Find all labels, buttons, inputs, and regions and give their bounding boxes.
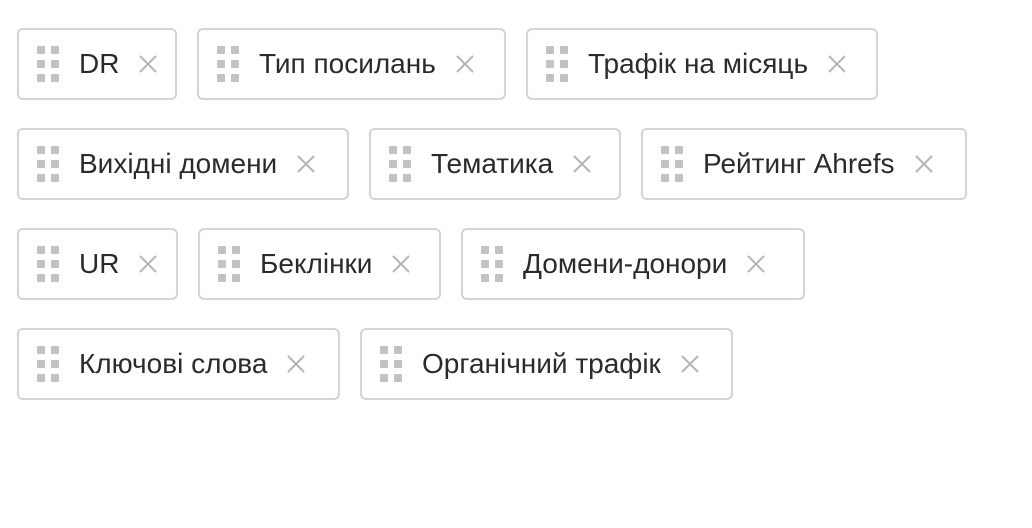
drag-handle-icon[interactable] — [37, 146, 59, 182]
drag-handle-icon[interactable] — [389, 146, 411, 182]
chip-link-type[interactable]: Тип посилань — [197, 28, 506, 100]
chip-backlinks[interactable]: Беклінки — [198, 228, 441, 300]
chip-topics[interactable]: Тематика — [369, 128, 621, 200]
close-icon[interactable] — [137, 253, 159, 275]
chip-organic-traffic[interactable]: Органічний трафік — [360, 328, 733, 400]
drag-handle-icon[interactable] — [37, 46, 59, 82]
close-icon[interactable] — [571, 153, 593, 175]
chip-monthly-traffic[interactable]: Трафік на місяць — [526, 28, 878, 100]
close-icon[interactable] — [390, 253, 412, 275]
close-icon[interactable] — [913, 153, 935, 175]
drag-handle-icon[interactable] — [546, 46, 568, 82]
chip-keywords[interactable]: Ключові слова — [17, 328, 340, 400]
close-icon[interactable] — [679, 353, 701, 375]
chip-outgoing-domains[interactable]: Вихідні домени — [17, 128, 349, 200]
chip-label: Рейтинг Ahrefs — [703, 148, 895, 179]
chip-label: Трафік на місяць — [588, 48, 809, 79]
chip-ur[interactable]: UR — [17, 228, 178, 300]
chip-label: Органічний трафік — [422, 348, 661, 379]
chip-label: Вихідні домени — [79, 148, 278, 179]
chip-referring-domains[interactable]: Домени-донори — [461, 228, 805, 300]
chip-label: Ключові слова — [79, 348, 268, 379]
close-icon[interactable] — [454, 53, 476, 75]
chip-dr[interactable]: DR — [17, 28, 177, 100]
chip-label: Тип посилань — [259, 48, 436, 79]
chip-label: Домени-донори — [523, 248, 728, 279]
chip-label: Тематика — [431, 148, 554, 179]
drag-handle-icon[interactable] — [217, 46, 239, 82]
chip-label: DR — [79, 48, 120, 79]
close-icon[interactable] — [826, 53, 848, 75]
drag-handle-icon[interactable] — [481, 246, 503, 282]
drag-handle-icon[interactable] — [661, 146, 683, 182]
chip-label: UR — [79, 248, 120, 279]
chip-label: Беклінки — [260, 248, 373, 279]
chip-ahrefs-rating[interactable]: Рейтинг Ahrefs — [641, 128, 967, 200]
close-icon[interactable] — [137, 53, 159, 75]
close-icon[interactable] — [285, 353, 307, 375]
drag-handle-icon[interactable] — [218, 246, 240, 282]
close-icon[interactable] — [745, 253, 767, 275]
drag-handle-icon[interactable] — [380, 346, 402, 382]
drag-handle-icon[interactable] — [37, 346, 59, 382]
drag-handle-icon[interactable] — [37, 246, 59, 282]
column-chips-container: DR Тип посилань Трафік на місяць Вихідні… — [0, 0, 1032, 528]
close-icon[interactable] — [295, 153, 317, 175]
